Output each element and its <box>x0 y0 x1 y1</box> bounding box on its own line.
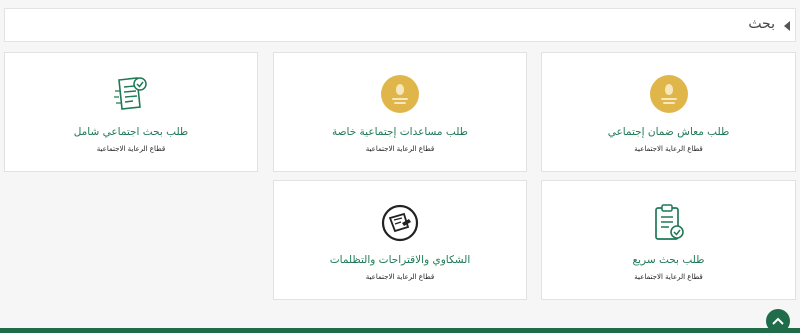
clipboard-check-icon <box>113 73 149 117</box>
scroll-top-button[interactable] <box>766 309 790 333</box>
search-section-header[interactable]: بحث <box>4 8 796 42</box>
gold-coin-icon <box>381 75 419 113</box>
card-label: طلب مساعدات إجتماعية خاصة <box>331 126 469 138</box>
complaint-circle-icon <box>380 203 420 247</box>
card-subtitle: قطاع الرعاية الاجتماعية <box>96 145 166 153</box>
service-card-special-assistance[interactable]: طلب مساعدات إجتماعية خاصة قطاع الرعاية ا… <box>273 52 527 172</box>
card-subtitle: قطاع الرعاية الاجتماعية <box>634 145 703 153</box>
card-label: طلب بحث اجتماعي شامل <box>73 126 189 138</box>
card-subtitle: قطاع الرعاية الاجتماعية <box>365 273 435 281</box>
gold-coin-icon <box>649 75 688 113</box>
service-card-quick-research[interactable]: طلب بحث سريع قطاع الرعاية الاجتماعية <box>541 180 796 300</box>
card-subtitle: قطاع الرعاية الاجتماعية <box>634 273 703 281</box>
chevron-up-icon <box>772 317 784 325</box>
search-title: بحث <box>748 16 775 32</box>
card-subtitle: قطاع الرعاية الاجتماعية <box>365 145 435 153</box>
card-label: طلب بحث سريع <box>632 254 705 266</box>
clipboard-check-icon <box>652 203 686 247</box>
collapse-caret-icon[interactable] <box>784 21 790 31</box>
card-label: طلب معاش ضمان إجتماعي <box>607 126 730 138</box>
footer-bar <box>0 328 800 333</box>
service-card-complaints[interactable]: الشكاوي والاقتراحات والتظلمات قطاع الرعا… <box>273 180 527 300</box>
service-card-social-security-pension[interactable]: طلب معاش ضمان إجتماعي قطاع الرعاية الاجت… <box>541 52 796 172</box>
card-label: الشكاوي والاقتراحات والتظلمات <box>329 254 471 266</box>
service-card-comprehensive-research[interactable]: طلب بحث اجتماعي شامل قطاع الرعاية الاجتم… <box>4 52 258 172</box>
